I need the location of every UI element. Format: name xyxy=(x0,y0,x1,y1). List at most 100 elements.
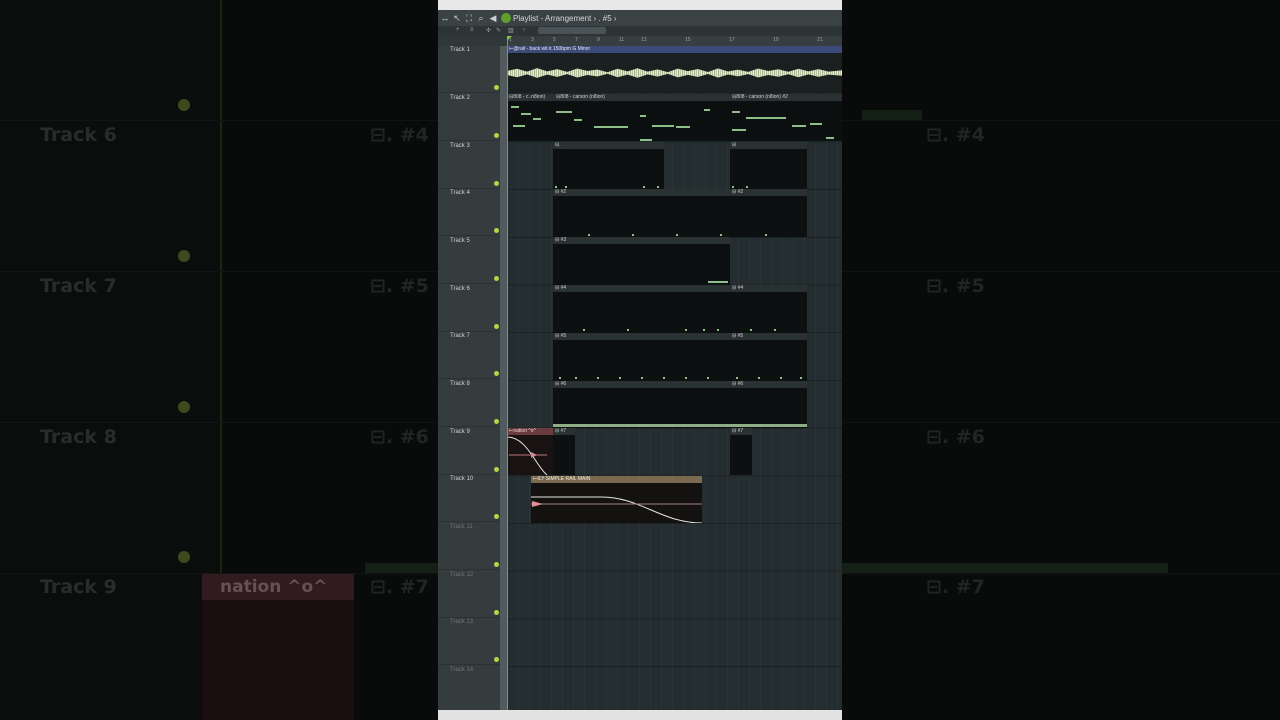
track-header[interactable]: Track 5 xyxy=(438,237,500,284)
ruler-tick: 21 xyxy=(817,37,823,43)
track-led-icon[interactable] xyxy=(494,514,499,519)
track-header[interactable]: Track 6 xyxy=(438,285,500,332)
pattern-clip[interactable]: ⊟ #7 xyxy=(553,428,575,475)
backdrop-right: ⊟. #4 ⊟. #5 ⊟. #6 ⊟. #7 xyxy=(842,0,1280,720)
track-header[interactable]: Track 14 xyxy=(438,666,500,713)
track-header[interactable]: Track 13 xyxy=(438,618,500,665)
magnet-icon[interactable]: ✣ xyxy=(486,27,491,34)
track-name: Track 6 xyxy=(450,286,470,292)
note xyxy=(746,117,786,119)
note xyxy=(597,377,599,379)
track-name: Track 5 xyxy=(450,238,470,244)
track-name: Track 9 xyxy=(450,429,470,435)
clip-label: ⊟808 - carson (n8ion) xyxy=(554,94,730,101)
clip-label: ⊟ #2 xyxy=(730,189,807,196)
track-header[interactable]: Track 7 xyxy=(438,332,500,379)
pattern-clip[interactable]: ⊟ #5 xyxy=(553,333,730,381)
automation-clip[interactable]: ⊢ILY SIMPLE RAIL MAIN xyxy=(531,476,702,523)
track-led-icon[interactable] xyxy=(494,133,499,138)
note xyxy=(556,111,572,113)
track-led-icon[interactable] xyxy=(494,610,499,615)
pattern-clip[interactable]: ⊟ #5 xyxy=(730,333,807,381)
zoom-icon[interactable]: ⌕ xyxy=(476,13,486,23)
horizontal-scrollbar[interactable] xyxy=(538,27,606,34)
pattern-clip[interactable]: ⊟808 - carson (n8ion) xyxy=(554,94,730,141)
play-icon[interactable] xyxy=(501,13,511,23)
track-header[interactable]: Track 4 xyxy=(438,189,500,236)
select-icon[interactable]: ⛶ xyxy=(464,13,474,23)
track-led-icon[interactable] xyxy=(494,85,499,90)
note xyxy=(720,234,722,236)
note xyxy=(513,125,525,127)
pattern-clip[interactable]: ⊟ #4 xyxy=(730,285,807,333)
snap-icon[interactable]: ≡ xyxy=(470,27,474,33)
pattern-clip[interactable]: ⊟808 - carson (n8ion) #2 xyxy=(730,94,842,141)
track-header[interactable]: Track 11 xyxy=(438,523,500,570)
track-header[interactable]: Track 9 xyxy=(438,428,500,475)
track-header[interactable]: Track 2 xyxy=(438,94,500,141)
note xyxy=(792,125,806,127)
track-led-icon[interactable] xyxy=(494,371,499,376)
note xyxy=(810,123,822,125)
playhead-flag-icon[interactable] xyxy=(507,36,512,41)
track-led-icon[interactable] xyxy=(494,657,499,662)
track-led-icon[interactable] xyxy=(494,467,499,472)
pattern-clip[interactable]: ⊟ #2 xyxy=(553,189,730,237)
note xyxy=(676,126,690,128)
clip-label: ⊟808 - carson (n8ion) #2 xyxy=(730,94,842,101)
pattern-clip[interactable]: ⊟ #4 xyxy=(553,285,730,333)
pattern-clip[interactable]: ⊟ #3 xyxy=(553,237,730,285)
note xyxy=(521,113,531,115)
speaker-icon[interactable]: ◀ xyxy=(488,13,498,23)
track-header[interactable]: Track 1 xyxy=(438,46,500,93)
note xyxy=(800,377,802,379)
note xyxy=(774,329,776,331)
ruler-tick: 17 xyxy=(729,37,735,43)
pattern-clip[interactable]: ⊟ #7 xyxy=(730,428,752,475)
clip-label: ⊟ #6 xyxy=(730,381,807,388)
track-led-icon[interactable] xyxy=(494,562,499,567)
ruler-tick: 5 xyxy=(553,37,556,43)
pencil-icon[interactable]: ✎ xyxy=(496,27,501,34)
track-header[interactable]: Track 8 xyxy=(438,380,500,427)
window-title: Playlist - Arrangement › . #5 › xyxy=(513,13,617,23)
note xyxy=(732,111,740,113)
add-icon[interactable]: + xyxy=(456,27,460,33)
note xyxy=(685,377,687,379)
note xyxy=(533,118,541,120)
clip-label: ⊟ #2 xyxy=(553,189,730,196)
note xyxy=(511,106,519,108)
pointer-icon[interactable]: ↖ xyxy=(452,13,462,23)
scroll-left-icon[interactable]: ‹ xyxy=(523,27,525,33)
clip-label: ⊢ILY SIMPLE RAIL MAIN xyxy=(531,476,702,483)
track-header[interactable]: Track 12 xyxy=(438,571,500,618)
note xyxy=(732,129,746,131)
clip-label: ⊟ #4 xyxy=(553,285,730,292)
note xyxy=(765,234,767,236)
note xyxy=(708,281,728,283)
track-led-icon[interactable] xyxy=(494,324,499,329)
move-icon[interactable]: ↔ xyxy=(440,13,450,23)
piano-icon[interactable]: ▥ xyxy=(508,27,514,34)
track-header[interactable]: Track 10 xyxy=(438,475,500,522)
track-led-icon[interactable] xyxy=(494,276,499,281)
pattern-clip[interactable]: ⊟ xyxy=(730,142,807,189)
pattern-clip[interactable]: ⊟ #6 xyxy=(730,381,807,428)
pattern-clip[interactable]: ⊟ #2 xyxy=(730,189,807,237)
track-name: Track 4 xyxy=(450,190,470,196)
track-name: Track 3 xyxy=(450,143,470,149)
track-name: Track 13 xyxy=(450,619,474,625)
playhead[interactable] xyxy=(507,36,508,710)
automation-clip[interactable]: ⊢nation ^o^ xyxy=(507,428,553,475)
note xyxy=(707,377,709,379)
audio-clip[interactable]: ⊢@rail - back wit it 150bpm G Minor xyxy=(507,46,842,93)
track-led-icon[interactable] xyxy=(494,228,499,233)
pattern-clip[interactable]: ⊟. xyxy=(553,142,664,189)
pattern-clip[interactable]: ⊟808 - c..n8ion) xyxy=(507,94,554,141)
track-led-icon[interactable] xyxy=(494,181,499,186)
track-header[interactable]: Track 3 xyxy=(438,142,500,189)
note xyxy=(732,186,734,188)
track-name: Track 2 xyxy=(450,95,470,101)
pattern-clip[interactable]: ⊟ #6 xyxy=(553,381,730,428)
track-led-icon[interactable] xyxy=(494,419,499,424)
